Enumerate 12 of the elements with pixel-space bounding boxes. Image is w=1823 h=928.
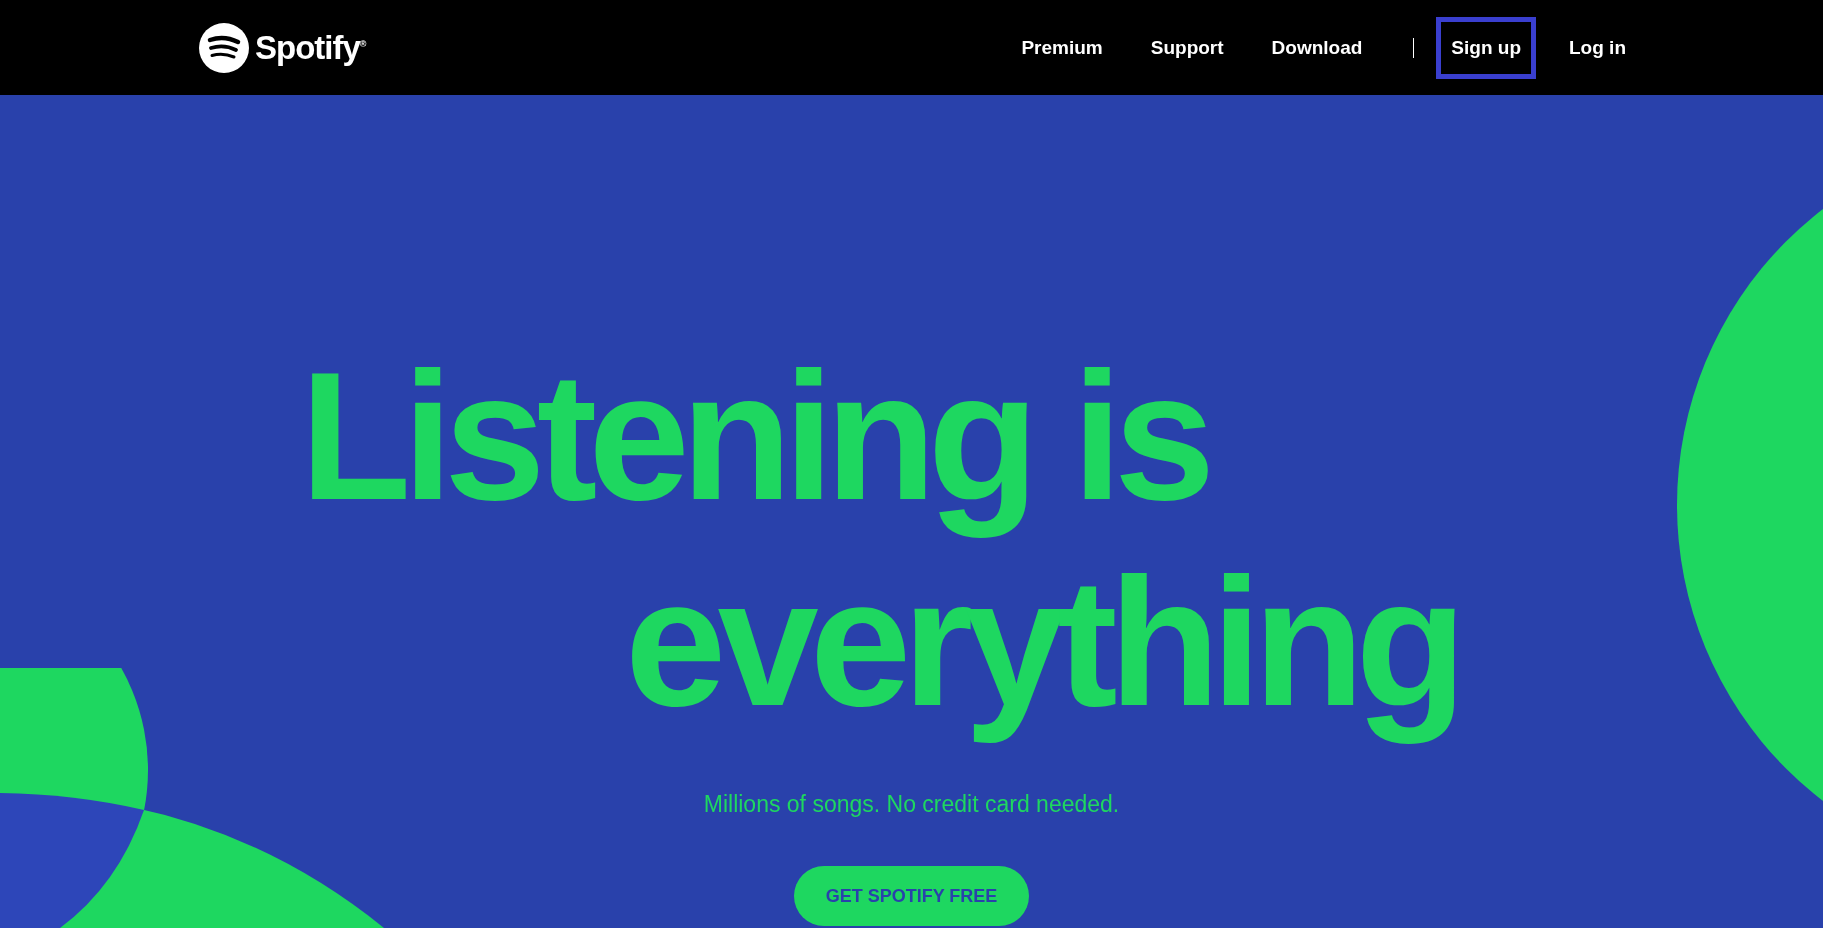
nav-link[interactable]: Premium [1006,16,1118,79]
logo-text: Spotify$^{®}$ [255,28,367,67]
nav-link[interactable]: Download [1256,16,1378,79]
headline: everything [625,539,1459,745]
subtitle: Millions of songs. No credit card needed. [703,791,1120,818]
logo-icon [199,22,249,73]
headline: Listening is [300,333,1207,539]
nav-link[interactable]: Sign up [1436,16,1536,79]
get-spotify-button[interactable]: GET SPOTIFY FREE [794,866,1029,926]
nav-link[interactable]: Log in [1554,16,1641,79]
nav-link[interactable]: Support [1135,16,1239,79]
spotify-logo[interactable]: Spotify$^{®}$ [199,22,367,73]
